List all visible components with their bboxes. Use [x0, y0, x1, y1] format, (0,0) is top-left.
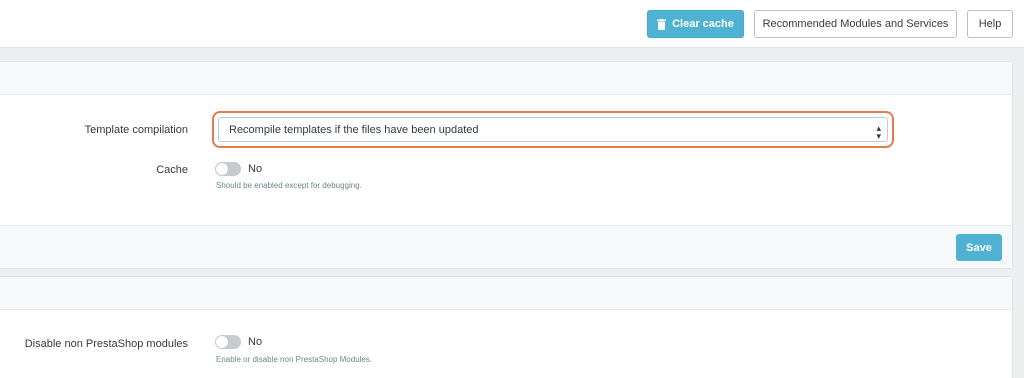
- template-compilation-value: Recompile templates if the files have be…: [229, 123, 479, 136]
- cache-help-text: Should be enabled except for debugging.: [216, 181, 362, 190]
- cache-toggle[interactable]: [215, 162, 241, 176]
- template-compilation-select[interactable]: Recompile templates if the files have be…: [218, 117, 888, 142]
- template-compilation-highlight: Recompile templates if the files have be…: [212, 111, 894, 148]
- disable-modules-toggle[interactable]: [215, 335, 241, 349]
- debug-panel-header: [0, 277, 1012, 310]
- help-label: Help: [978, 18, 1002, 30]
- smarty-panel-footer: [0, 225, 1012, 268]
- clear-cache-label: Clear cache: [672, 18, 734, 30]
- recommended-modules-button[interactable]: Recommended Modules and Services: [754, 10, 957, 38]
- cache-toggle-value: No: [248, 163, 263, 175]
- page-header-toolbar: Clear cache Recommended Modules and Serv…: [0, 0, 1024, 48]
- disable-modules-help-text: Enable or disable non PrestaShop Modules…: [216, 355, 373, 364]
- debug-panel: [0, 276, 1013, 378]
- recommended-modules-label: Recommended Modules and Services: [762, 18, 949, 30]
- save-button[interactable]: Save: [956, 234, 1002, 261]
- disable-modules-label: Disable non PrestaShop modules: [24, 338, 188, 350]
- help-button[interactable]: Help: [967, 10, 1013, 38]
- toggle-knob: [216, 163, 228, 175]
- trash-icon: [657, 18, 667, 30]
- toggle-knob: [216, 336, 228, 348]
- template-compilation-label: Template compilation: [84, 124, 188, 136]
- select-arrows-icon: ▴ ▾: [876, 123, 881, 141]
- disable-modules-toggle-value: No: [248, 336, 263, 348]
- save-label: Save: [966, 241, 992, 254]
- clear-cache-button[interactable]: Clear cache: [647, 10, 744, 38]
- cache-label: Cache: [156, 164, 188, 176]
- smarty-panel-header: [0, 62, 1012, 95]
